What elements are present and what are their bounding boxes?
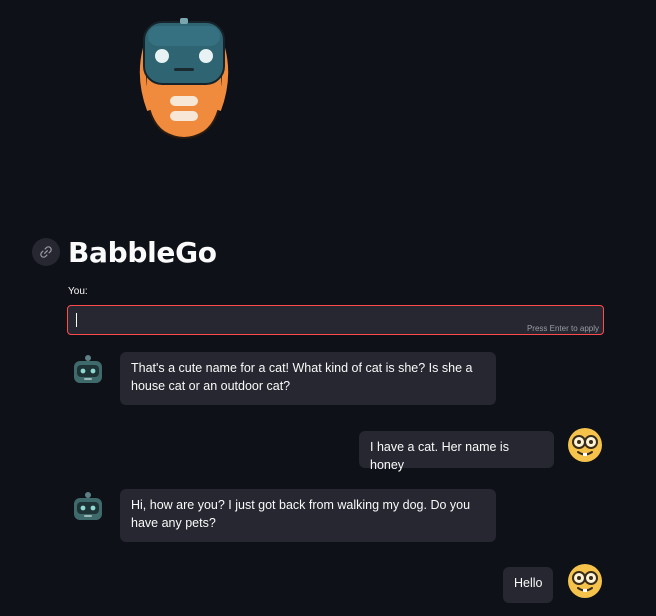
chat-message-user: Hello bbox=[503, 563, 603, 603]
message-bubble: Hello bbox=[503, 567, 553, 603]
nerd-face-icon bbox=[568, 564, 602, 598]
input-label: You: bbox=[68, 286, 88, 297]
page-title: BabbleGo bbox=[68, 235, 217, 269]
message-bubble: Hi, how are you? I just got back from wa… bbox=[120, 489, 496, 542]
bot-avatar-icon bbox=[74, 355, 102, 383]
nerd-face-icon bbox=[568, 428, 602, 462]
bot-avatar-icon bbox=[74, 492, 102, 520]
input-hint: Press Enter to apply bbox=[526, 324, 599, 333]
title-row: BabbleGo bbox=[32, 232, 217, 272]
chat-message-bot: Hi, how are you? I just got back from wa… bbox=[70, 489, 496, 542]
text-caret bbox=[76, 313, 77, 327]
anchor-link-button[interactable] bbox=[32, 238, 60, 266]
message-input[interactable] bbox=[76, 310, 500, 332]
message-bubble: I have a cat. Her name is honey bbox=[359, 431, 554, 472]
robot-logo-icon bbox=[139, 18, 229, 139]
chat-message-user: I have a cat. Her name is honey bbox=[359, 427, 603, 472]
chat-message-bot: That's a cute name for a cat! What kind … bbox=[70, 352, 496, 405]
message-input-container: Press Enter to apply bbox=[67, 305, 604, 335]
chat-page: BabbleGo You: Press Enter to apply That'… bbox=[0, 0, 656, 616]
message-bubble: That's a cute name for a cat! What kind … bbox=[120, 352, 496, 405]
link-icon bbox=[40, 246, 52, 258]
